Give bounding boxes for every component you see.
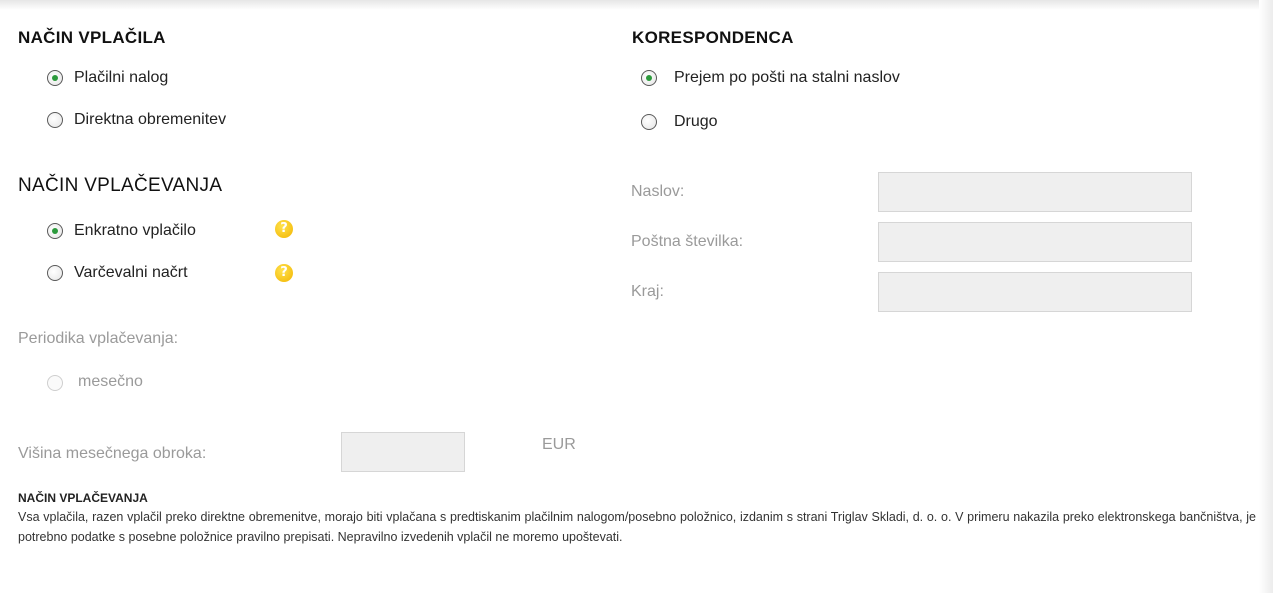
correspondence-heading: KORESPONDENCA <box>632 28 794 47</box>
radio-direct-debit[interactable] <box>47 112 63 128</box>
installment-label: Višina mesečnega obroka: <box>18 445 207 462</box>
payment-mode-heading: NAČIN VPLAČEVANJA <box>18 175 223 196</box>
radio-other[interactable] <box>641 114 657 130</box>
monthly-label: mesečno <box>78 373 143 390</box>
radio-monthly[interactable] <box>47 375 63 391</box>
radio-one-time-payment[interactable] <box>47 223 63 239</box>
address-label: Naslov: <box>631 183 685 200</box>
one-time-payment-label[interactable]: Enkratno vplačilo <box>74 221 196 241</box>
address-input[interactable] <box>878 172 1192 212</box>
top-shadow <box>0 0 1273 10</box>
city-label: Kraj: <box>631 283 664 300</box>
postal-code-label: Poštna številka: <box>631 233 744 250</box>
note-text: Vsa vplačila, razen vplačil preko direkt… <box>18 510 1256 544</box>
currency-label: EUR <box>542 436 576 453</box>
radio-savings-plan[interactable] <box>47 265 63 281</box>
installment-amount-input[interactable] <box>341 432 465 472</box>
help-icon[interactable]: ? <box>275 220 293 238</box>
postal-code-input[interactable] <box>878 222 1192 262</box>
savings-plan-label[interactable]: Varčevalni načrt <box>74 263 188 283</box>
radio-mail-to-permanent-address[interactable] <box>641 70 657 86</box>
city-input[interactable] <box>878 272 1192 312</box>
right-shadow <box>1259 0 1273 593</box>
mail-to-permanent-address-label[interactable]: Prejem po pošti na stalni naslov <box>674 68 900 88</box>
note-heading: NAČIN VPLAČEVANJA <box>18 491 148 505</box>
payment-order-label[interactable]: Plačilni nalog <box>74 68 168 88</box>
other-label[interactable]: Drugo <box>674 112 718 132</box>
periodicity-label: Periodika vplačevanja: <box>18 330 179 347</box>
payment-method-heading: NAČIN VPLAČILA <box>18 28 166 47</box>
help-icon[interactable]: ? <box>275 264 293 282</box>
direct-debit-label[interactable]: Direktna obremenitev <box>74 110 226 130</box>
radio-payment-order[interactable] <box>47 70 63 86</box>
